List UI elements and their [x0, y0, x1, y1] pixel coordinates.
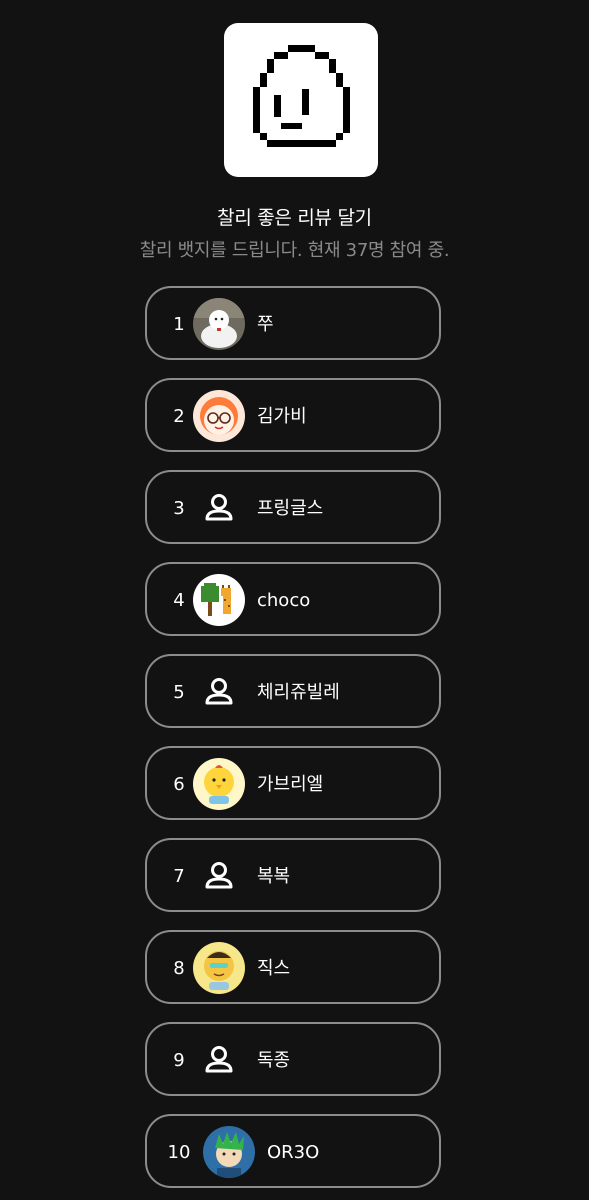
participant-row[interactable]: 2 김가비 — [145, 378, 441, 452]
participant-row[interactable]: 10 OR3O — [145, 1114, 441, 1188]
avatar — [193, 390, 245, 442]
pixel-face-icon — [253, 45, 350, 147]
avatar — [193, 298, 245, 350]
default-user-icon — [205, 494, 233, 521]
participant-row[interactable]: 4 choco — [145, 562, 441, 636]
participant-row[interactable]: 5 체리쥬빌레 — [145, 654, 441, 728]
participant-rank: 7 — [173, 866, 185, 887]
avatar — [193, 942, 245, 994]
participant-name: choco — [257, 590, 311, 611]
participant-rank: 1 — [173, 314, 185, 335]
avatar — [203, 1126, 255, 1178]
participant-name: 프링글스 — [257, 498, 324, 519]
avatar — [193, 574, 245, 626]
yellow-chick-avatar-icon — [193, 758, 245, 810]
participant-rank: 6 — [173, 774, 185, 795]
participant-name: 김가비 — [257, 406, 307, 427]
badge-subtitle: 찰리 뱃지를 드립니다. 현재 37명 참여 중. — [139, 240, 450, 261]
default-user-icon — [205, 1046, 233, 1073]
participant-name: 가브리엘 — [257, 774, 324, 795]
avatar — [193, 1034, 245, 1086]
pixel-tree-giraffe-avatar-icon — [193, 574, 245, 626]
badge-title: 찰리 좋은 리뷰 달기 — [217, 207, 372, 229]
participant-row[interactable]: 8 직스 — [145, 930, 441, 1004]
participant-row[interactable]: 7 복복 — [145, 838, 441, 912]
avatar — [193, 482, 245, 534]
badge-image — [224, 23, 378, 177]
participant-name: 독종 — [257, 1050, 291, 1071]
participant-name: 복복 — [257, 866, 291, 887]
participant-rank: 2 — [173, 406, 185, 427]
green-hair-character-avatar-icon — [203, 1126, 255, 1178]
snowman-avatar-icon — [193, 298, 245, 350]
participant-row[interactable]: 1 쭈 — [145, 286, 441, 360]
participant-rank: 10 — [167, 1142, 191, 1163]
participant-row[interactable]: 3 프링글스 — [145, 470, 441, 544]
avatar — [193, 666, 245, 718]
avatar — [193, 850, 245, 902]
participant-name: OR3O — [267, 1142, 320, 1163]
yellow-character-avatar-icon — [193, 942, 245, 994]
participant-rank: 9 — [173, 1050, 185, 1071]
glasses-face-avatar-icon — [193, 390, 245, 442]
participant-name: 직스 — [257, 958, 291, 979]
default-user-icon — [205, 862, 233, 889]
participant-rank: 8 — [173, 958, 185, 979]
participant-rank: 5 — [173, 682, 185, 703]
participant-rank: 3 — [173, 498, 185, 519]
participant-name: 쭈 — [257, 314, 274, 335]
participant-row[interactable]: 9 독종 — [145, 1022, 441, 1096]
participant-name: 체리쥬빌레 — [257, 682, 340, 703]
participant-row[interactable]: 6 가브리엘 — [145, 746, 441, 820]
default-user-icon — [205, 678, 233, 705]
participant-rank: 4 — [173, 590, 185, 611]
avatar — [193, 758, 245, 810]
